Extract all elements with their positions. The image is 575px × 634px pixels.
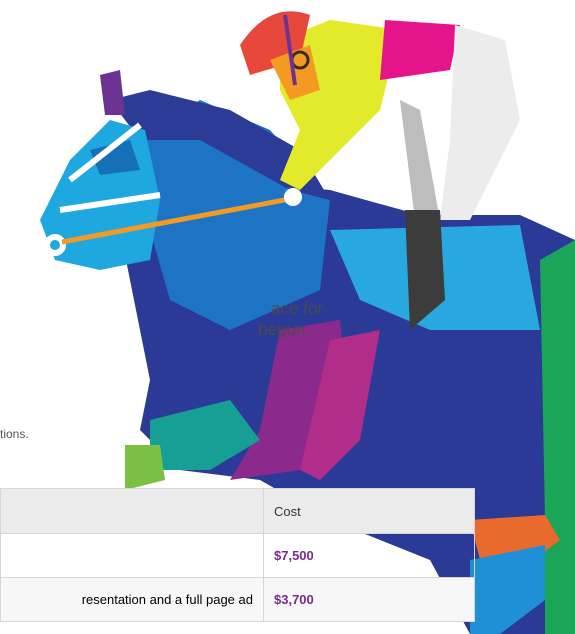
table-header-row: Cost <box>0 488 475 534</box>
intro-line-1: ace for <box>271 299 323 318</box>
table-row: $7,500 <box>0 533 475 578</box>
column-header-cost: Cost <box>263 488 475 534</box>
note-text: tions. <box>0 427 29 441</box>
row-cost: $3,700 <box>263 577 475 622</box>
pricing-table: Cost $7,500 resentation and a full page … <box>0 488 475 622</box>
row-description: resentation and a full page ad <box>0 577 264 622</box>
intro-line-2: begun. <box>258 320 310 339</box>
row-cost: $7,500 <box>263 533 475 578</box>
row-description <box>0 533 264 578</box>
column-header-description <box>0 488 264 534</box>
table-row: resentation and a full page ad $3,700 <box>0 577 475 622</box>
row-description-text: resentation and a full page ad <box>81 592 253 607</box>
